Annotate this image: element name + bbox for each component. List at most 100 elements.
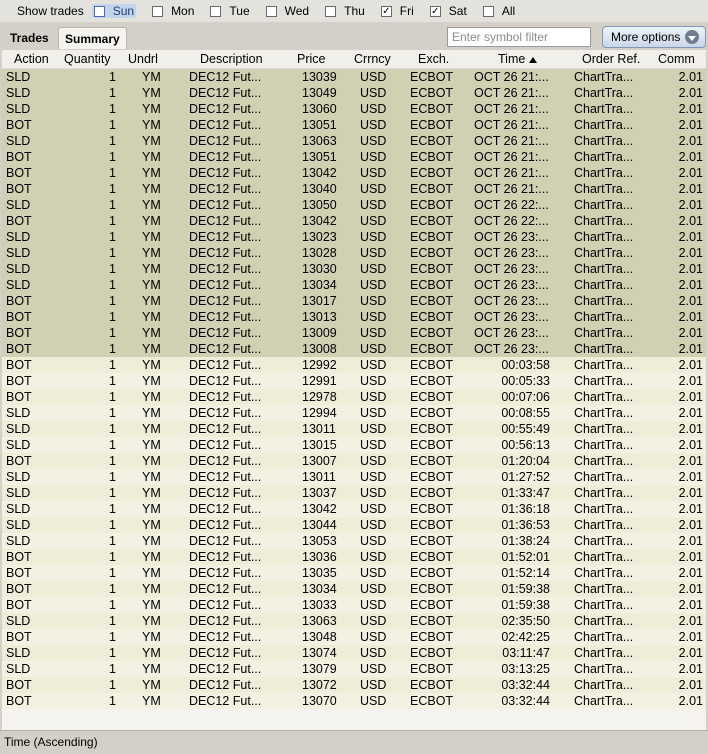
cell-order-ref: ChartTra... (574, 70, 634, 84)
cell-time: 00:55:49 (501, 422, 550, 436)
checkbox-checked-icon[interactable]: ✓ (429, 5, 441, 17)
table-row[interactable]: SLD 1 YM DEC12 Fut... 13050 USD ECBOT OCT 26 22… (2, 197, 706, 213)
column-header-action[interactable]: Action (14, 50, 70, 68)
checkbox-unchecked-icon[interactable] (152, 5, 164, 17)
checkbox-unchecked-icon[interactable] (482, 5, 494, 17)
cell-undrlyng: YM (142, 246, 161, 260)
cell-comm: 2.01 (678, 310, 703, 324)
table-row[interactable]: SLD 1 YM DEC12 Fut... 13039 USD ECBOT OCT 26 21… (2, 69, 706, 85)
more-options-button[interactable]: More options (602, 26, 706, 48)
day-filter-sun[interactable]: Sun (91, 4, 137, 18)
more-options-label: More options (611, 30, 681, 44)
column-header-exch[interactable]: Exch. (418, 50, 476, 68)
table-row[interactable]: SLD 1 YM DEC12 Fut... 13015 USD ECBOT 00:56:13 C… (2, 437, 706, 453)
cell-description: DEC12 Fut... (189, 518, 262, 532)
table-row[interactable]: BOT 1 YM DEC12 Fut... 13036 USD ECBOT 01:52:01 C… (2, 549, 706, 565)
table-row[interactable]: BOT 1 YM DEC12 Fut... 13070 USD ECBOT 03:32:44 C… (2, 693, 706, 709)
cell-quantity: 1 (109, 390, 116, 404)
cell-crrncy: USD (360, 294, 387, 308)
table-row[interactable]: BOT 1 YM DEC12 Fut... 13048 USD ECBOT 02:42:25 C… (2, 629, 706, 645)
column-header-description[interactable]: Description (200, 50, 304, 68)
cell-order-ref: ChartTra... (574, 662, 634, 676)
table-row[interactable]: BOT 1 YM DEC12 Fut... 13042 USD ECBOT OCT 26 21… (2, 165, 706, 181)
table-row[interactable]: SLD 1 YM DEC12 Fut... 13074 USD ECBOT 03:11:47 C… (2, 645, 706, 661)
cell-time: OCT 26 21:... (474, 70, 549, 84)
cell-undrlyng: YM (142, 278, 161, 292)
table-row[interactable]: SLD 1 YM DEC12 Fut... 13034 USD ECBOT OCT 26 23… (2, 277, 706, 293)
table-row[interactable]: BOT 1 YM DEC12 Fut... 13042 USD ECBOT OCT 26 22… (2, 213, 706, 229)
cell-action: SLD (6, 70, 31, 84)
column-header-order-ref[interactable]: Order Ref. (582, 50, 662, 68)
cell-undrlyng: YM (142, 630, 161, 644)
cell-exch: ECBOT (410, 246, 454, 260)
cell-time: 01:38:24 (501, 534, 550, 548)
table-row[interactable]: BOT 1 YM DEC12 Fut... 13035 USD ECBOT 01:52:14 C… (2, 565, 706, 581)
table-row[interactable]: BOT 1 YM DEC12 Fut... 13072 USD ECBOT 03:32:44 C… (2, 677, 706, 693)
column-header-price[interactable]: Price (297, 50, 339, 68)
table-row[interactable]: SLD 1 YM DEC12 Fut... 13028 USD ECBOT OCT 26 23… (2, 245, 706, 261)
table-row[interactable]: BOT 1 YM DEC12 Fut... 13051 USD ECBOT OCT 26 21… (2, 149, 706, 165)
table-row[interactable]: BOT 1 YM DEC12 Fut... 13013 USD ECBOT OCT 26 23… (2, 309, 706, 325)
table-row[interactable]: BOT 1 YM DEC12 Fut... 13034 USD ECBOT 01:59:38 C… (2, 581, 706, 597)
symbol-filter-input[interactable] (447, 27, 591, 47)
table-row[interactable]: SLD 1 YM DEC12 Fut... 13011 USD ECBOT 01:27:52 C… (2, 469, 706, 485)
day-filter-wed[interactable]: Wed (265, 4, 309, 18)
cell-order-ref: ChartTra... (574, 278, 634, 292)
table-row[interactable]: SLD 1 YM DEC12 Fut... 13060 USD ECBOT OCT 26 21… (2, 101, 706, 117)
table-row[interactable]: BOT 1 YM DEC12 Fut... 12991 USD ECBOT 00:05:33 C… (2, 373, 706, 389)
table-row[interactable]: BOT 1 YM DEC12 Fut... 12992 USD ECBOT 00:03:58 C… (2, 357, 706, 373)
day-filter-thu[interactable]: Thu (325, 4, 365, 18)
table-row[interactable]: BOT 1 YM DEC12 Fut... 13051 USD ECBOT OCT 26 21… (2, 117, 706, 133)
table-row[interactable]: BOT 1 YM DEC12 Fut... 12978 USD ECBOT 00:07:06 C… (2, 389, 706, 405)
table-row[interactable]: BOT 1 YM DEC12 Fut... 13009 USD ECBOT OCT 26 23… (2, 325, 706, 341)
checkbox-checked-icon[interactable]: ✓ (380, 5, 392, 17)
table-row[interactable]: SLD 1 YM DEC12 Fut... 13053 USD ECBOT 01:38:24 C… (2, 533, 706, 549)
cell-price: 13063 (302, 134, 337, 148)
column-header-quantity[interactable]: Quantity (64, 50, 118, 68)
tab-trades[interactable]: Trades (4, 27, 55, 49)
checkbox-unchecked-icon[interactable] (265, 5, 277, 17)
table-row[interactable]: SLD 1 YM DEC12 Fut... 13042 USD ECBOT 01:36:18 C… (2, 501, 706, 517)
table-row[interactable]: SLD 1 YM DEC12 Fut... 13063 USD ECBOT 02:35:50 C… (2, 613, 706, 629)
day-label: Sat (448, 4, 467, 18)
cell-undrlyng: YM (142, 406, 161, 420)
day-label: All (501, 4, 516, 18)
column-header-time[interactable]: Time (498, 50, 592, 68)
table-row[interactable]: BOT 1 YM DEC12 Fut... 13017 USD ECBOT OCT 26 23… (2, 293, 706, 309)
cell-comm: 2.01 (678, 262, 703, 276)
table-row[interactable]: BOT 1 YM DEC12 Fut... 13033 USD ECBOT 01:59:38 C… (2, 597, 706, 613)
checkbox-unchecked-icon[interactable] (325, 5, 337, 17)
table-row[interactable]: SLD 1 YM DEC12 Fut... 13049 USD ECBOT OCT 26 21… (2, 85, 706, 101)
cell-action: BOT (6, 374, 32, 388)
day-filter-fri[interactable]: ✓ Fri (380, 4, 414, 18)
table-row[interactable]: BOT 1 YM DEC12 Fut... 13008 USD ECBOT OCT 26 23… (2, 341, 706, 357)
table-row[interactable]: SLD 1 YM DEC12 Fut... 13063 USD ECBOT OCT 26 21… (2, 133, 706, 149)
table-row[interactable]: SLD 1 YM DEC12 Fut... 13023 USD ECBOT OCT 26 23… (2, 229, 706, 245)
cell-exch: ECBOT (410, 102, 454, 116)
cell-quantity: 1 (109, 566, 116, 580)
cell-description: DEC12 Fut... (189, 342, 262, 356)
day-filter-tue[interactable]: Tue (210, 4, 250, 18)
cell-comm: 2.01 (678, 230, 703, 244)
column-header-undrlyng[interactable]: Undrlyng (128, 50, 158, 68)
column-header-crrncy[interactable]: Crrncy (354, 50, 394, 68)
table-row[interactable]: SLD 1 YM DEC12 Fut... 13044 USD ECBOT 01:36:53 C… (2, 517, 706, 533)
day-filter-mon[interactable]: Mon (152, 4, 194, 18)
day-filter-sat[interactable]: ✓ Sat (429, 4, 467, 18)
cell-action: BOT (6, 390, 32, 404)
tab-summary[interactable]: Summary (58, 27, 127, 49)
cell-description: DEC12 Fut... (189, 486, 262, 500)
table-row[interactable]: SLD 1 YM DEC12 Fut... 13037 USD ECBOT 01:33:47 C… (2, 485, 706, 501)
table-row[interactable]: SLD 1 YM DEC12 Fut... 12994 USD ECBOT 00:08:55 C… (2, 405, 706, 421)
table-row[interactable]: BOT 1 YM DEC12 Fut... 13007 USD ECBOT 01:20:04 C… (2, 453, 706, 469)
day-filter-all[interactable]: All (482, 4, 516, 18)
table-row[interactable]: SLD 1 YM DEC12 Fut... 13030 USD ECBOT OCT 26 23… (2, 261, 706, 277)
checkbox-unchecked-icon[interactable] (93, 5, 105, 17)
table-row[interactable]: SLD 1 YM DEC12 Fut... 13011 USD ECBOT 00:55:49 C… (2, 421, 706, 437)
cell-order-ref: ChartTra... (574, 566, 634, 580)
table-row[interactable]: BOT 1 YM DEC12 Fut... 13040 USD ECBOT OCT 26 21… (2, 181, 706, 197)
cell-undrlyng: YM (142, 294, 161, 308)
table-row[interactable]: SLD 1 YM DEC12 Fut... 13079 USD ECBOT 03:13:25 C… (2, 661, 706, 677)
column-header-comm[interactable]: Comm (658, 50, 705, 68)
checkbox-unchecked-icon[interactable] (210, 5, 222, 17)
